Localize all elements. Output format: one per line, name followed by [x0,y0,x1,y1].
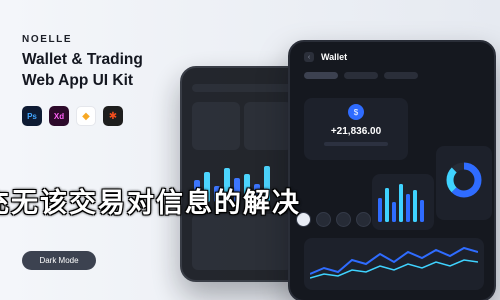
brand-name: NOELLE [22,34,73,45]
back-phone-bar [192,84,292,92]
phone-tabs [304,72,418,79]
tab[interactable] [384,72,418,79]
line-chart-card [304,238,484,290]
back-phone-card [244,102,292,150]
photoshop-icon: Ps [22,106,42,126]
hero-banner: NOELLE Wallet & Trading Web App UI Kit P… [0,0,500,300]
balance-card[interactable]: $ +21,836.00 [304,98,408,160]
back-phone-card [192,102,240,150]
phone-title: Wallet [321,52,348,62]
phone-mockup-front: ‹ Wallet $ +21,836.00 [288,40,496,300]
phone-header: ‹ Wallet [304,52,347,62]
tool-icons: Ps Xd ◆ ✱ [22,106,123,126]
back-arrow-icon[interactable]: ‹ [304,52,314,62]
overlay-caption: 充无该交易对信息的解决 [0,188,301,219]
phone-mockup-back [180,66,304,282]
tab[interactable] [344,72,378,79]
dark-mode-button[interactable]: Dark Mode [22,251,96,270]
tab[interactable] [304,72,338,79]
dollar-icon: $ [348,104,364,120]
figma-icon: ✱ [103,106,123,126]
balance-amount: +21,836.00 [330,126,382,137]
back-phone-card [192,214,292,270]
xd-icon: Xd [49,106,69,126]
line-chart [310,246,478,279]
sketch-icon: ◆ [76,106,96,126]
balance-subline [324,142,388,146]
